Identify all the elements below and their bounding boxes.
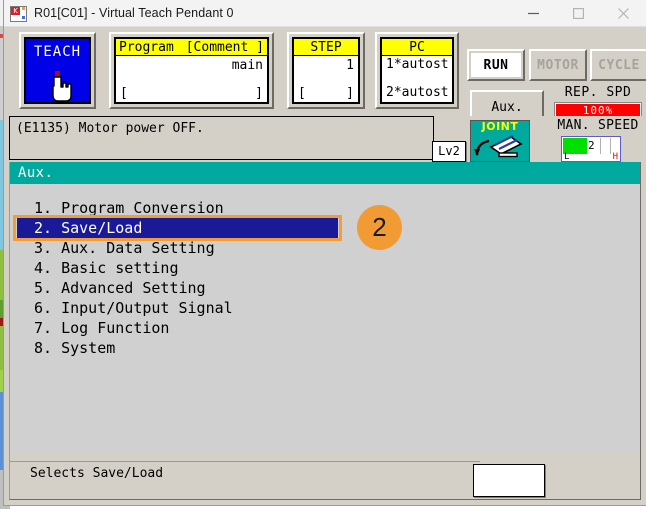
- aux-menu-list: 1. Program Conversion 2. Save/Load 3. Aux.…: [10, 184, 640, 358]
- step-bracket-left: [: [298, 86, 306, 101]
- app-robot-icon: K: [10, 5, 27, 22]
- step-header-label: STEP: [310, 40, 342, 55]
- menu-item-program-conversion[interactable]: 1. Program Conversion: [10, 198, 640, 218]
- run-lamp[interactable]: RUN: [467, 49, 525, 81]
- menu-item-number: 8.: [34, 339, 62, 357]
- status-hint-text: Selects Save/Load: [30, 466, 164, 481]
- menu-item-label: Advanced Setting: [61, 279, 206, 297]
- joint-mode-indicator[interactable]: JOINT: [470, 120, 530, 162]
- menu-item-label: Program Conversion: [61, 199, 224, 217]
- program-name-value: main: [231, 58, 263, 73]
- status-separator: [10, 461, 480, 462]
- man-speed-gauge[interactable]: 2 L H: [561, 136, 621, 162]
- pc-header-label: PC: [409, 40, 425, 55]
- robot-arm-joint-icon: [474, 135, 523, 158]
- teach-mode-indicator[interactable]: TEACH: [19, 32, 96, 109]
- teach-label: TEACH: [33, 44, 82, 60]
- menu-item-log-function[interactable]: 7. Log Function: [10, 318, 640, 338]
- menu-item-input-output-signal[interactable]: 6. Input/Output Signal: [10, 298, 640, 318]
- window-title: R01[C01] - Virtual Teach Pendant 0: [34, 6, 234, 20]
- minimize-icon[interactable]: [511, 0, 556, 26]
- menu-item-system[interactable]: 8. System: [10, 338, 640, 358]
- menu-item-number: 1.: [34, 199, 62, 217]
- rep-spd-label: REP. SPD: [564, 85, 632, 100]
- joint-label: JOINT: [481, 120, 519, 133]
- menu-item-number: 2.: [34, 219, 62, 237]
- program-bracket-right: ]: [255, 86, 263, 101]
- pendant-screen: Aux. 1. Program Conversion 2. Save/Load 3.…: [9, 162, 641, 452]
- menu-item-advanced-setting[interactable]: 5. Advanced Setting: [10, 278, 640, 298]
- run-lamp-label: RUN: [471, 53, 521, 77]
- maximize-icon[interactable]: [556, 0, 601, 26]
- menu-item-label: System: [61, 339, 116, 357]
- comment-header-label: [Comment ]: [185, 40, 264, 55]
- screen-title: Aux.: [10, 162, 640, 184]
- man-speed-high-marker: H: [612, 152, 618, 162]
- window-controls: [511, 0, 646, 26]
- menu-item-save-load[interactable]: 2. Save/Load: [17, 218, 338, 238]
- step-number-badge: 2: [357, 205, 402, 250]
- program-bracket-left: [: [120, 86, 128, 101]
- step-bracket-right: ]: [346, 86, 354, 101]
- menu-item-label: Save/Load: [61, 219, 143, 237]
- cycle-lamp-label: CYCLE: [594, 53, 644, 77]
- man-speed-label: MAN. SPEED: [557, 118, 639, 133]
- motor-lamp-label: MOTOR: [533, 53, 583, 77]
- message-row: (E1135) Motor power OFF. Lv2 JOINT MAN. …: [4, 116, 646, 166]
- title-bar: K R01[C01] - Virtual Teach Pendant 0: [4, 0, 646, 27]
- level-badge[interactable]: Lv2: [432, 141, 466, 162]
- menu-item-label: Basic setting: [61, 259, 179, 277]
- cycle-lamp[interactable]: CYCLE: [590, 49, 646, 81]
- menu-item-label: Log Function: [61, 319, 170, 337]
- step-field[interactable]: STEP 1 [ ]: [287, 32, 365, 109]
- pc-line-2: 2*autost: [386, 85, 449, 100]
- menu-item-aux-data-setting[interactable]: 3. Aux. Data Setting: [10, 238, 640, 258]
- menu-item-basic-setting[interactable]: 4. Basic setting: [10, 258, 640, 278]
- status-input-field[interactable]: [473, 464, 545, 497]
- pc-line-1: 1*autost: [386, 57, 449, 72]
- menu-item-label: Aux. Data Setting: [61, 239, 215, 257]
- error-message: (E1135) Motor power OFF.: [9, 116, 434, 160]
- menu-item-number: 3.: [34, 239, 62, 257]
- man-speed-low-marker: L: [564, 152, 570, 162]
- motor-lamp[interactable]: MOTOR: [529, 49, 587, 81]
- status-bar: Selects Save/Load: [9, 452, 641, 500]
- menu-item-label: Input/Output Signal: [61, 299, 233, 317]
- pendant-status-strip: TEACH Program [Comment ] main [ ] STEP 1…: [4, 27, 646, 124]
- step-value: 1: [346, 58, 354, 73]
- man-speed-value: 2: [588, 139, 595, 152]
- pc-field[interactable]: PC 1*autost 2*autost: [375, 32, 459, 109]
- teach-pendant-window: K R01[C01] - Virtual Teach Pendant 0 TEA…: [4, 0, 646, 505]
- hand-pointer-icon: [51, 71, 72, 102]
- menu-item-number: 7.: [34, 319, 62, 337]
- program-header-label: Program: [119, 40, 174, 55]
- close-icon[interactable]: [601, 0, 646, 26]
- menu-item-number: 4.: [34, 259, 62, 277]
- menu-item-number: 5.: [34, 279, 62, 297]
- menu-item-number: 6.: [34, 299, 62, 317]
- program-field[interactable]: Program [Comment ] main [ ]: [109, 32, 274, 109]
